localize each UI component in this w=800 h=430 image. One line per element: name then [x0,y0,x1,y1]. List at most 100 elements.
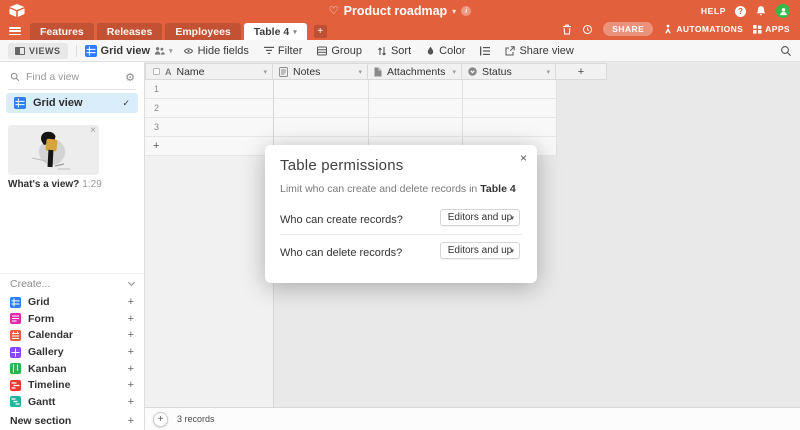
chevron-down-icon[interactable]: ▾ [546,68,550,76]
column-header-name[interactable]: A Name ▾ [145,63,273,80]
apps-button[interactable]: APPS [753,24,790,34]
search-icon[interactable] [780,45,792,57]
column-header-attachments[interactable]: Attachments ▾ [368,63,462,80]
gear-icon[interactable]: ⚙ [125,71,135,84]
chevron-down-icon[interactable]: ▾ [452,68,456,76]
chevron-down-icon[interactable]: ▾ [293,28,297,36]
chevron-down-icon: ▾ [452,6,457,16]
delete-records-select[interactable]: Editors and up ▾ [440,242,520,259]
topbar-row1: ♡ Product roadmap ▾ i HELP ? [0,0,800,22]
grid-view-icon [10,296,21,308]
sidebar-toggle-icon[interactable] [9,27,21,35]
row-height-button[interactable] [480,46,491,56]
views-sidebar-icon [15,46,25,55]
record-count: 3 records [177,414,215,424]
close-icon[interactable]: × [90,125,96,136]
sidebar-item-grid-view[interactable]: Grid view ✓ [6,93,138,113]
add-view-icon[interactable]: + [128,313,134,325]
create-view-section: Create... Grid + Form + Calendar + Galle… [0,273,144,430]
kanban-view-icon [10,363,21,375]
tutorial-video-thumbnail[interactable]: × [8,125,99,175]
share-view-icon [505,45,516,55]
delete-records-question: Who can delete records? [280,247,403,259]
sort-arrows-icon [378,46,386,55]
attachment-field-icon [374,67,382,76]
chevron-down-icon [127,278,136,287]
share-view-button[interactable]: Share view [505,45,574,57]
create-records-select[interactable]: Editors and up ▾ [440,209,520,226]
chevron-down-icon[interactable]: ▾ [263,68,267,76]
create-calendar-view[interactable]: Calendar + [0,327,144,344]
automations-icon [665,24,672,34]
create-records-question: Who can create records? [280,214,403,226]
add-view-icon[interactable]: + [128,379,134,391]
help-button[interactable]: HELP [701,6,726,16]
add-view-icon[interactable]: + [128,329,134,341]
tab-features[interactable]: Features [30,23,94,40]
group-icon [317,46,328,55]
history-icon[interactable] [582,24,593,35]
view-search: ⚙ [0,67,145,87]
row-number: 1 [154,84,160,94]
apps-icon [753,24,762,34]
chevron-down-icon: ▾ [510,214,514,222]
find-view-input[interactable] [26,71,112,83]
dialog-title: Table permissions [280,157,404,174]
plus-icon: + [153,140,160,152]
chevron-down-icon[interactable]: ▾ [358,68,362,76]
create-grid-view[interactable]: Grid + [0,294,144,311]
add-section-icon[interactable]: + [128,415,134,427]
timeline-view-icon [10,379,21,391]
base-title-group[interactable]: ♡ Product roadmap ▾ i [0,0,800,22]
add-record-button[interactable]: + [153,411,168,427]
bell-icon[interactable] [755,5,767,17]
filter-button[interactable]: Filter [263,45,302,57]
column-header-notes[interactable]: Notes ▾ [273,63,368,80]
single-select-field-icon [468,67,477,76]
color-button[interactable]: Color [426,45,465,57]
text-field-icon: A [165,66,172,77]
current-view-button[interactable]: Grid view ▾ [84,44,173,57]
tab-table-4[interactable]: Table 4 ▾ [243,23,307,40]
eye-icon [183,47,193,54]
create-gantt-view[interactable]: Gantt + [0,394,144,411]
table-row[interactable]: 1 [145,80,556,99]
table-row[interactable]: 2 [145,99,556,118]
tab-bar: Features Releases Employees Table 4 ▾ + [0,22,800,40]
create-section-header[interactable]: Create... [0,274,144,294]
add-view-icon[interactable]: + [128,296,134,308]
add-view-icon[interactable]: + [128,363,134,375]
add-field-button[interactable]: + [556,63,607,80]
trash-icon[interactable] [562,24,572,35]
automations-button[interactable]: AUTOMATIONS [663,24,743,34]
create-form-view[interactable]: Form + [0,311,144,328]
new-section-button[interactable]: New section + [0,412,144,430]
create-kanban-view[interactable]: Kanban + [0,360,144,377]
help-question-icon[interactable]: ? [735,5,746,17]
row-height-icon [480,46,491,55]
add-table-button[interactable]: + [313,25,327,38]
video-caption: What's a view? 1:29 [8,179,102,190]
tab-employees[interactable]: Employees [165,23,241,40]
info-icon[interactable]: i [461,6,472,16]
search-icon [10,72,20,82]
create-timeline-view[interactable]: Timeline + [0,377,144,394]
topbar: ♡ Product roadmap ▾ i HELP ? Features Re… [0,0,800,40]
hide-fields-button[interactable]: Hide fields [183,45,249,57]
create-gallery-view[interactable]: Gallery + [0,344,144,361]
table-row[interactable]: 3 [145,118,556,137]
user-avatar[interactable] [776,4,790,18]
tab-releases[interactable]: Releases [96,23,163,40]
group-button[interactable]: Group [317,45,362,57]
add-view-icon[interactable]: + [128,396,134,408]
views-toggle-button[interactable]: VIEWS [8,42,68,59]
select-all-checkbox[interactable] [153,68,160,75]
sort-button[interactable]: Sort [377,45,411,57]
share-button[interactable]: SHARE [603,22,654,36]
column-header-status[interactable]: Status ▾ [462,63,556,80]
close-icon[interactable]: × [520,151,527,165]
add-view-icon[interactable]: + [128,346,134,358]
video-illustration [31,131,70,170]
form-view-icon [10,313,21,325]
long-text-field-icon [279,66,288,77]
